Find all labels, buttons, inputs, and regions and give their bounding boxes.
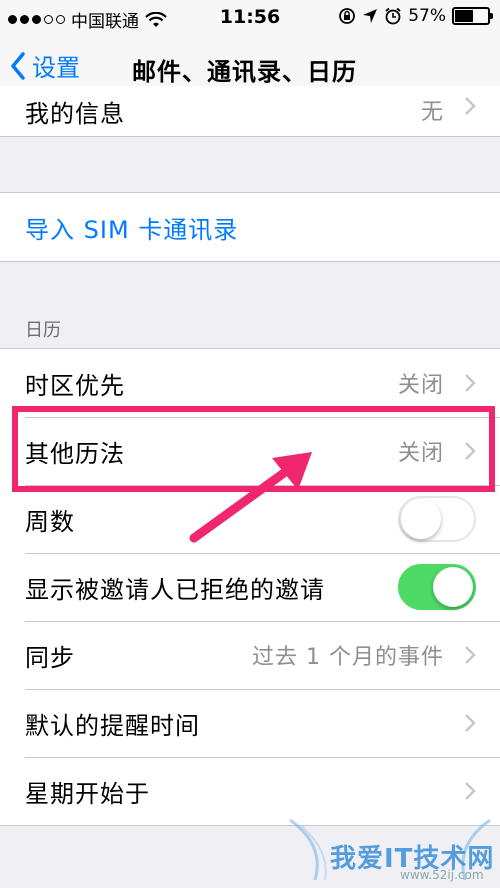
import-sim-row[interactable]: 导入 SIM 卡通讯录 xyxy=(0,193,500,261)
chevron-right-icon xyxy=(465,714,476,732)
status-right: 57% xyxy=(338,6,493,26)
chevron-left-icon xyxy=(11,51,25,80)
calendar-section-header: 日历 xyxy=(25,320,61,341)
toggle-knob xyxy=(433,567,473,607)
show-declined-toggle[interactable] xyxy=(398,564,476,610)
back-button-label: 设置 xyxy=(32,54,80,82)
import-sim-group: 导入 SIM 卡通讯录 xyxy=(0,192,500,262)
my-info-value: 无 xyxy=(420,100,444,125)
week-numbers-toggle[interactable] xyxy=(398,496,476,542)
my-info-label: 我的信息 xyxy=(25,100,125,128)
time-zone-override-label: 时区优先 xyxy=(25,371,125,400)
alarm-icon xyxy=(385,7,401,25)
chevron-right-icon xyxy=(465,374,476,392)
my-info-group: 我的信息 无 xyxy=(0,86,500,137)
toggle-knob xyxy=(401,499,441,539)
default-alert-times-label: 默认的提醒时间 xyxy=(25,711,200,740)
status-bar: 中国联通 11:56 57% xyxy=(0,0,500,36)
chevron-right-icon xyxy=(465,97,476,115)
show-declined-row: 显示被邀请人已拒绝的邀请 xyxy=(0,553,500,621)
lock-rotation-icon xyxy=(339,8,356,24)
page-title: 邮件、通讯录、日历 xyxy=(132,58,357,86)
start-week-on-label: 星期开始于 xyxy=(25,779,150,808)
sync-value: 过去 1 个月的事件 xyxy=(252,645,444,670)
battery-fill xyxy=(455,10,474,22)
my-info-row[interactable]: 我的信息 无 xyxy=(0,86,500,136)
battery-icon xyxy=(452,7,493,25)
time-zone-override-value: 关闭 xyxy=(397,373,444,398)
battery-percent: 57% xyxy=(408,6,446,26)
chevron-right-icon xyxy=(465,782,476,800)
sync-label: 同步 xyxy=(25,643,75,672)
week-numbers-label: 周数 xyxy=(25,507,75,536)
watermark-subtext: www.52ij.com xyxy=(400,868,484,882)
chevron-right-icon xyxy=(465,646,476,664)
location-icon xyxy=(363,9,378,23)
import-sim-label: 导入 SIM 卡通讯录 xyxy=(25,215,239,244)
default-alert-times-row[interactable]: 默认的提醒时间 xyxy=(0,689,500,757)
show-declined-label: 显示被邀请人已拒绝的邀请 xyxy=(25,575,325,604)
sync-row[interactable]: 同步 过去 1 个月的事件 xyxy=(0,621,500,689)
back-button[interactable]: 设置 xyxy=(10,48,80,83)
arrow-annotation-icon xyxy=(189,452,312,543)
